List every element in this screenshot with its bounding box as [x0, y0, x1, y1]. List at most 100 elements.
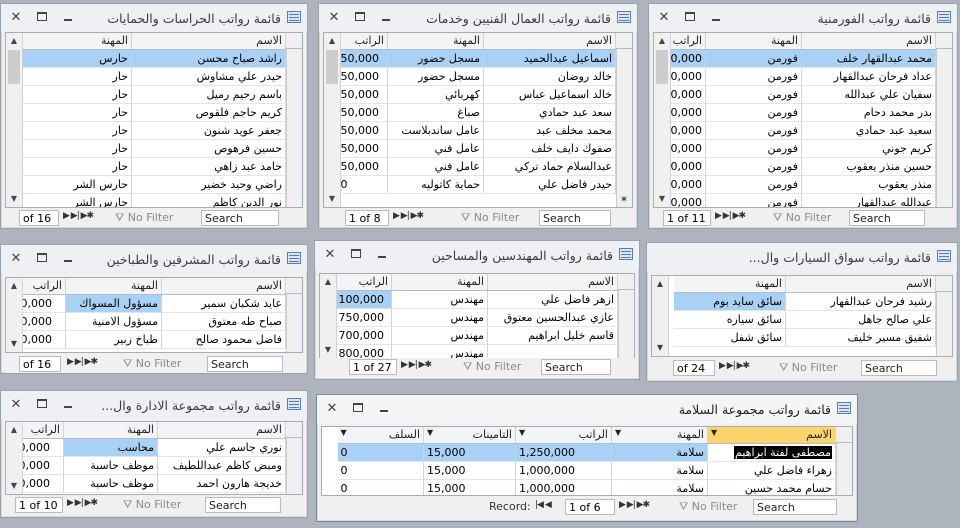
- title-bar[interactable]: قائمة رواتب المشرفين والطباخين ✕: [1, 245, 307, 273]
- table-row[interactable]: مصطفى لفتة ابراهيم سلامة 1,250,000 15,000 0: [337, 443, 836, 462]
- cell-job[interactable]: موظف حاسبة: [63, 456, 158, 475]
- column-header[interactable]: الراتب: [667, 33, 706, 50]
- close-icon[interactable]: ✕: [9, 11, 23, 24]
- record-counter[interactable]: 1 of 8: [345, 210, 389, 226]
- close-icon[interactable]: ✕: [9, 252, 23, 265]
- cell-name[interactable]: علي صالح جاهل: [785, 310, 936, 329]
- maximize-icon[interactable]: [349, 249, 363, 261]
- scroll-down-icon[interactable]: ▼: [654, 191, 670, 207]
- record-selector-column[interactable]: [616, 33, 632, 207]
- cell-salary[interactable]: 1,250,000: [515, 443, 612, 462]
- cell-salary[interactable]: 0,000: [17, 330, 66, 349]
- table-row[interactable]: منذر يعقوب فورمن 0,000: [667, 175, 936, 194]
- column-header[interactable]: الاسم: [483, 33, 616, 50]
- cell-name[interactable]: محمد عبدالقهار خلف: [801, 49, 936, 68]
- cell-job[interactable]: حارس: [13, 49, 132, 68]
- scroll-down-icon[interactable]: ▼: [6, 191, 22, 207]
- vertical-scrollbar[interactable]: ▲ ▼: [654, 33, 671, 207]
- table-row[interactable]: حامد عبد زاهي حار: [13, 157, 286, 176]
- cell-job[interactable]: حار: [13, 121, 132, 140]
- maximize-icon[interactable]: [353, 12, 367, 24]
- cell-job[interactable]: سلامة: [611, 479, 708, 495]
- table-row[interactable]: حسين فرهوص حار: [13, 139, 286, 158]
- scroll-down-icon[interactable]: ▼: [6, 336, 22, 352]
- cell-name[interactable]: عداد فرحان عبدالقهار: [801, 67, 936, 86]
- table-row[interactable]: زهراء فاضل علي سلامة 1,000,000 15,000 0: [337, 461, 836, 480]
- table-row[interactable]: باسم رحيم رميل حار: [13, 85, 286, 104]
- record-selector-column[interactable]: [286, 33, 302, 207]
- filter-status[interactable]: ⛛ No Filter: [123, 357, 181, 371]
- table-row[interactable]: خالد روضان مسجل حضور 50,000: [337, 67, 616, 86]
- cell-salary[interactable]: 50,000: [337, 121, 388, 140]
- sort-dropdown-icon[interactable]: ▼: [519, 428, 525, 437]
- cell-job[interactable]: مهندس: [391, 308, 488, 327]
- next-record-icon[interactable]: ▶ ▶| ▶✱: [67, 498, 98, 508]
- scroll-down-icon[interactable]: ▼: [320, 342, 336, 358]
- filter-status[interactable]: ⛛ No Filter: [123, 498, 181, 512]
- cell-job[interactable]: كهربائي: [387, 85, 484, 104]
- table-row[interactable]: عايد شكبان سمير مسؤول المسواك 0,000: [17, 294, 286, 313]
- table-row[interactable]: اسماعيل عبدالحميد مسجل حضور 50,000: [337, 49, 616, 68]
- cell-job[interactable]: سائق سايد بوم: [673, 292, 786, 311]
- table-row[interactable]: كريم جوني فورمن 0,000: [667, 139, 936, 158]
- datasheet-grid[interactable]: الاسم المهنة الراتب ازهر فاضل علي مهندس 10…: [319, 273, 635, 359]
- title-bar[interactable]: قائمة رواتب العمال الفنيين وخدمات ✕: [319, 4, 637, 32]
- record-counter[interactable]: of 16: [19, 356, 61, 372]
- sort-dropdown-icon[interactable]: ▼: [615, 428, 621, 437]
- record-counter[interactable]: of 16: [19, 210, 59, 226]
- cell-job[interactable]: عامل فني: [387, 157, 484, 176]
- minimize-icon[interactable]: [61, 12, 75, 24]
- cell-job[interactable]: حار: [13, 103, 132, 122]
- cell-job[interactable]: مهندس: [391, 326, 488, 345]
- window-supervisors-cooks-payroll[interactable]: قائمة رواتب المشرفين والطباخين ✕ الاسم ا…: [0, 244, 308, 374]
- datasheet-grid[interactable]: الاسم المهنة رشيد فرحان عبدالقهار سائق سا…: [651, 275, 953, 357]
- cell-name[interactable]: زهراء فاضل علي: [707, 461, 836, 480]
- record-counter[interactable]: 1 of 6: [565, 499, 615, 515]
- table-row[interactable]: حيدر فاضل علي حماية كاتوليه 0: [337, 175, 616, 194]
- table-row[interactable]: صباح طه معتوق مسؤول الامنية 0,000: [17, 312, 286, 331]
- column-header[interactable]: الاسم: [161, 278, 286, 295]
- cell-job[interactable]: مهندس: [391, 344, 488, 358]
- cell-insurance[interactable]: 15,000: [423, 479, 516, 495]
- window-engineers-payroll[interactable]: قائمة رواتب المهندسين والمساحين ✕ الاسم …: [314, 240, 640, 380]
- cell-name[interactable]: ومبض كاظم عبداللطيف: [157, 456, 286, 475]
- close-icon[interactable]: ✕: [327, 11, 341, 24]
- next-record-icon[interactable]: ▶ ▶| ▶✱: [393, 211, 424, 221]
- search-input[interactable]: Search: [861, 360, 937, 376]
- cell-name[interactable]: حسين فرهوص: [131, 139, 286, 158]
- search-input[interactable]: Search: [539, 210, 611, 226]
- select-all-corner[interactable]: [286, 33, 302, 49]
- table-row[interactable]: بدر محمد دحام فورمن 0,000: [667, 103, 936, 122]
- cell-salary[interactable]: 50,000: [337, 85, 388, 104]
- cell-job[interactable]: مسجل حضور: [387, 49, 484, 68]
- cell-salary[interactable]: 100,000: [335, 290, 392, 309]
- cell-name[interactable]: ازهر فاضل علي: [487, 290, 618, 309]
- cell-name[interactable]: كريم جوني: [801, 139, 936, 158]
- cell-salary[interactable]: 0,000: [667, 175, 706, 194]
- vertical-scrollbar[interactable]: ▲ ▼: [652, 276, 669, 356]
- next-record-icon[interactable]: ▶ ▶| ▶✱: [715, 211, 746, 221]
- scroll-down-icon[interactable]: ▼: [324, 191, 340, 207]
- table-row[interactable]: حسين منذر يعقوب فورمن 0,000: [667, 157, 936, 176]
- filter-status[interactable]: ⛛ No Filter: [115, 211, 173, 225]
- select-all-corner[interactable]: [616, 33, 632, 49]
- cell-name[interactable]: خالد اسماعيل عباس: [483, 85, 616, 104]
- cell-name[interactable]: سعيد عبد حمادي: [801, 121, 936, 140]
- table-row[interactable]: محمد عبدالقهار خلف فورمن 0,000: [667, 49, 936, 68]
- cell-name[interactable]: راشد صباح محسن: [131, 49, 286, 68]
- table-row[interactable]: محمد مخلف عبد عامل ساندبلاست 50,000: [337, 121, 616, 140]
- cell-name[interactable]: سعد عبد حمادي: [483, 103, 616, 122]
- cell-job[interactable]: حار: [13, 85, 132, 104]
- cell-name[interactable]: محمد مخلف عبد: [483, 121, 616, 140]
- maximize-icon[interactable]: [35, 12, 49, 24]
- table-row[interactable]: نور الدين كاظم حارس الشر: [13, 193, 286, 207]
- search-input[interactable]: Search: [753, 499, 837, 515]
- window-technical-workers-payroll[interactable]: قائمة رواتب العمال الفنيين وخدمات ✕ الاس…: [318, 3, 638, 229]
- column-header[interactable]: الاسم ▼: [707, 427, 836, 444]
- column-header[interactable]: المهنة: [13, 33, 132, 50]
- cell-name[interactable]: شفيق مسير خليف: [785, 328, 936, 347]
- cell-name[interactable]: صفوك دايف خلف: [483, 139, 616, 158]
- search-input[interactable]: Search: [849, 210, 925, 226]
- column-header[interactable]: الاسم: [131, 33, 286, 50]
- cell-name[interactable]: حسام محمد حسين: [707, 479, 836, 495]
